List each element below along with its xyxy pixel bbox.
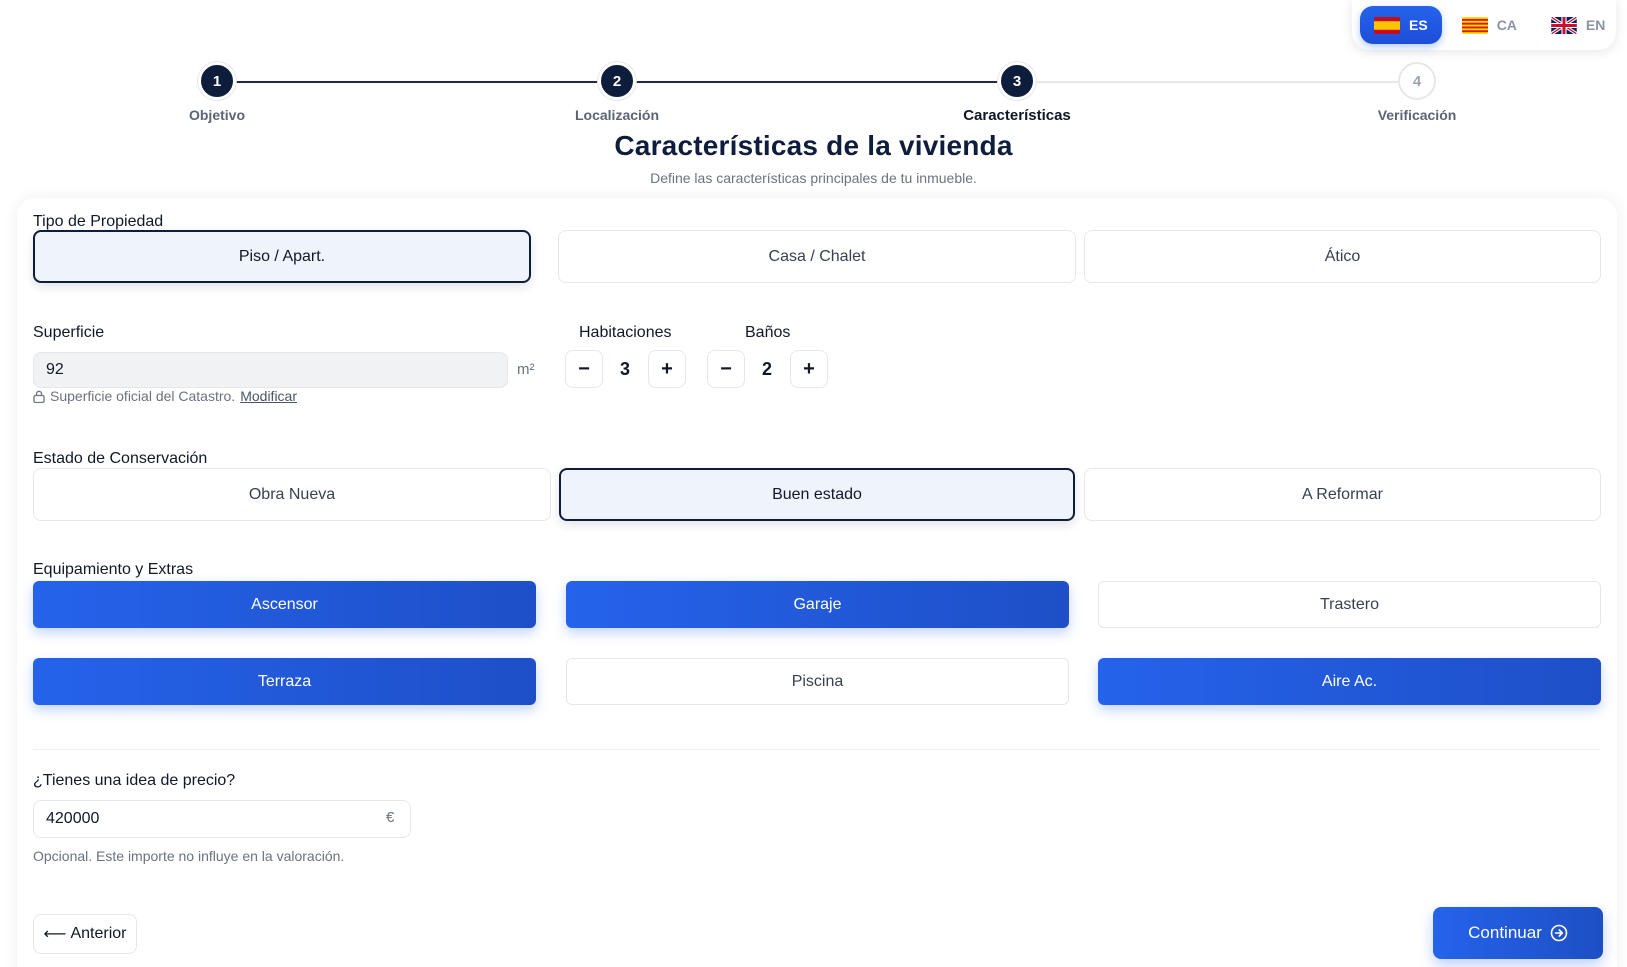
language-es-button[interactable]: ES — [1360, 6, 1442, 44]
catalonia-flag-icon — [1461, 16, 1488, 34]
baths-label: Baños — [745, 324, 791, 341]
step-localizacion[interactable]: 2 Localización — [517, 62, 717, 123]
currency-symbol: € — [386, 809, 395, 826]
property-type-label: Tipo de Propiedad — [33, 213, 164, 230]
uk-flag-icon — [1550, 16, 1577, 34]
step-label: Objetivo — [188, 107, 245, 123]
price-note: Opcional. Este importe no influye en la … — [33, 848, 345, 864]
continue-button-label: Continuar — [1468, 923, 1542, 942]
language-ca-button[interactable]: CA — [1448, 6, 1531, 44]
baths-decrement-button[interactable]: − — [707, 350, 745, 388]
step-label: Localización — [574, 107, 660, 123]
step-label: Características — [963, 107, 1071, 124]
back-button-label: Anterior — [70, 925, 127, 942]
condition-obra-nueva-button[interactable]: Obra Nueva — [33, 468, 551, 521]
spain-flag-icon — [1374, 16, 1400, 34]
back-button[interactable]: ⟵ Anterior — [33, 914, 137, 954]
arrow-left-icon: ⟵ — [43, 926, 67, 943]
surface-input[interactable] — [33, 352, 508, 388]
step-number: 2 — [598, 62, 636, 100]
extra-aire-toggle[interactable]: Aire Ac. — [1098, 658, 1601, 705]
arrow-right-circle-icon — [1550, 924, 1568, 942]
form-card: Tipo de Propiedad Piso / Apart. Casa / C… — [17, 198, 1617, 967]
language-en-button[interactable]: EN — [1537, 6, 1619, 44]
condition-a-reformar-button[interactable]: A Reformar — [1084, 468, 1601, 521]
extra-piscina-toggle[interactable]: Piscina — [566, 658, 1069, 705]
baths-value: 2 — [761, 359, 772, 379]
section-divider — [33, 749, 1601, 750]
baths-increment-button[interactable]: + — [790, 350, 828, 388]
surface-unit: m² — [517, 361, 535, 378]
modify-surface-link[interactable]: Modificar — [240, 388, 297, 404]
language-ca-label: CA — [1496, 17, 1517, 33]
surface-note-text: Superficie oficial del Catastro. — [50, 388, 236, 404]
progress-stepper: 1 Objetivo 2 Localización 3 Característi… — [0, 62, 1627, 132]
language-es-label: ES — [1409, 17, 1428, 33]
language-en-label: EN — [1585, 17, 1606, 33]
rooms-decrement-button[interactable]: − — [565, 350, 603, 388]
condition-label: Estado de Conservación — [33, 450, 208, 467]
lock-icon — [33, 390, 45, 403]
rooms-increment-button[interactable]: + — [648, 350, 686, 388]
price-label: ¿Tienes una idea de precio? — [33, 772, 236, 789]
continue-button[interactable]: Continuar — [1433, 907, 1603, 959]
step-number: 1 — [198, 62, 236, 100]
language-switcher: ES CA EN — [1352, 0, 1616, 50]
surface-note: Superficie oficial del Catastro. Modific… — [33, 388, 297, 404]
page-subtitle: Define las características principales d… — [650, 170, 977, 186]
price-input[interactable] — [33, 800, 411, 838]
step-number: 3 — [998, 62, 1036, 100]
condition-buen-estado-button[interactable]: Buen estado — [559, 468, 1075, 521]
rooms-label: Habitaciones — [579, 324, 672, 341]
extra-trastero-toggle[interactable]: Trastero — [1098, 581, 1601, 628]
surface-label: Superficie — [33, 324, 105, 341]
extra-terraza-toggle[interactable]: Terraza — [33, 658, 536, 705]
rooms-value: 3 — [619, 359, 630, 379]
extra-garaje-toggle[interactable]: Garaje — [566, 581, 1069, 628]
extras-label: Equipamiento y Extras — [33, 561, 194, 578]
property-type-piso-button[interactable]: Piso / Apart. — [33, 230, 531, 283]
step-verificacion: 4 Verificación — [1317, 62, 1517, 123]
step-label: Verificación — [1377, 107, 1457, 123]
step-number: 4 — [1398, 62, 1436, 100]
property-type-atico-button[interactable]: Ático — [1084, 230, 1601, 283]
step-caracteristicas: 3 Características — [917, 62, 1117, 124]
extra-ascensor-toggle[interactable]: Ascensor — [33, 581, 536, 628]
page-title: Características de la vivienda — [614, 130, 1013, 161]
step-objetivo[interactable]: 1 Objetivo — [117, 62, 317, 123]
property-type-casa-button[interactable]: Casa / Chalet — [558, 230, 1076, 283]
